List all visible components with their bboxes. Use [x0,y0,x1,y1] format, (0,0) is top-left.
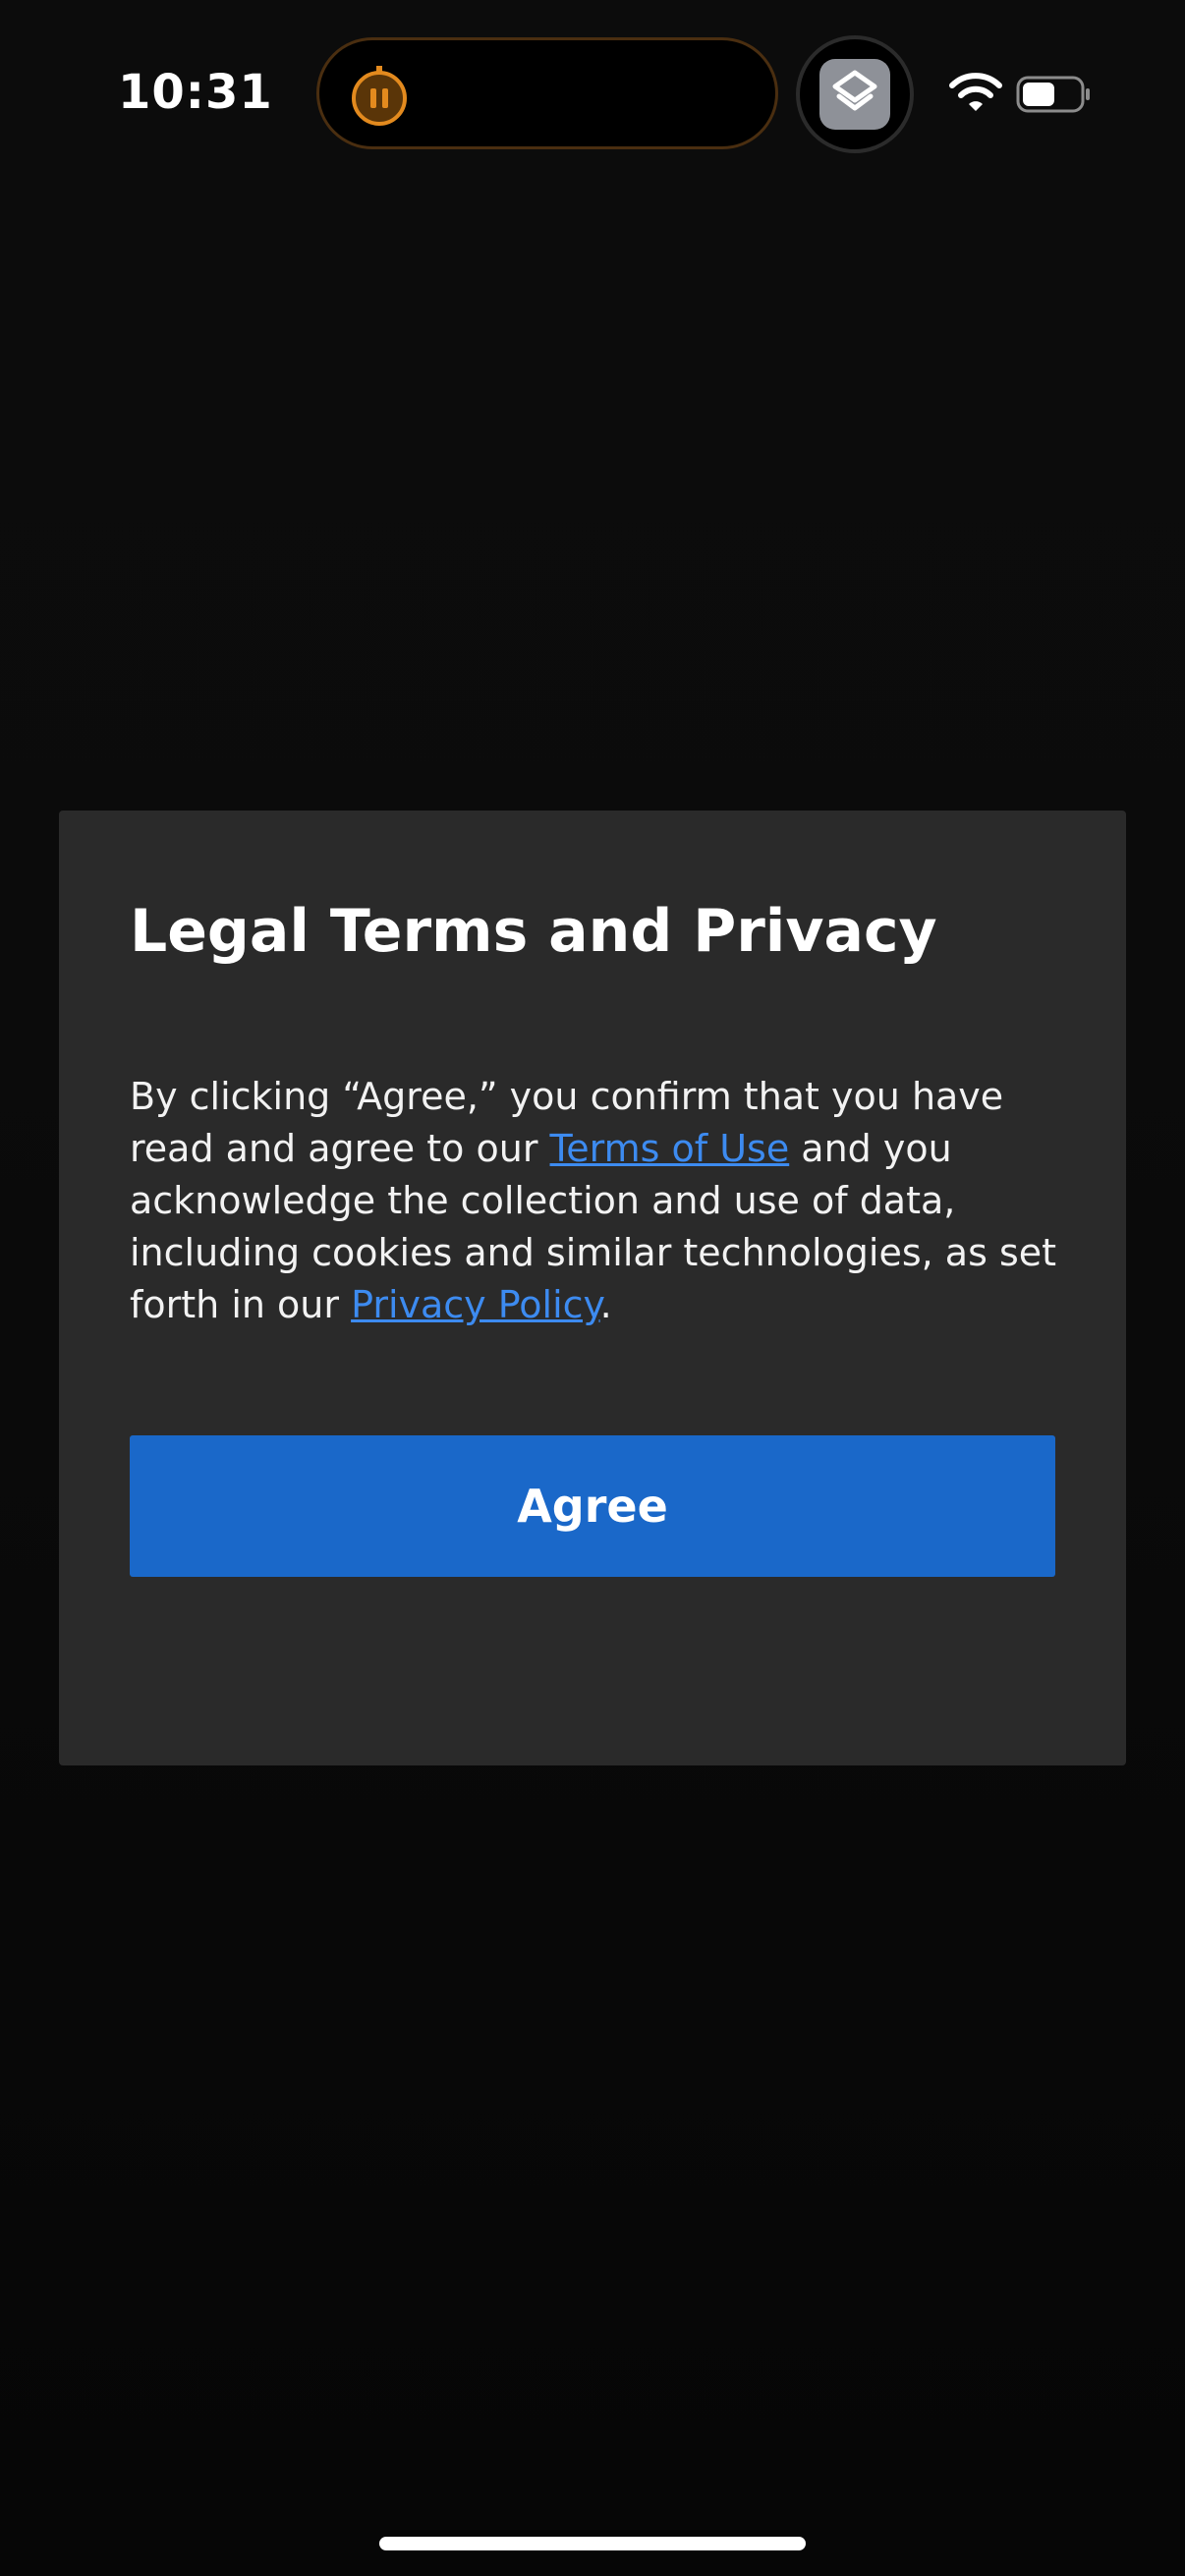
timer-icon [352,66,407,126]
dialog-title: Legal Terms and Privacy [130,897,937,966]
terms-of-use-link[interactable]: Terms of Use [550,1127,790,1170]
dynamic-island[interactable] [316,37,778,149]
wifi-icon [949,73,1002,111]
shortcuts-icon [819,59,890,130]
legal-terms-dialog: Legal Terms and Privacy By clicking “Agr… [59,811,1126,1765]
shortcuts-bubble[interactable] [796,35,914,153]
status-time: 10:31 [118,65,273,120]
privacy-policy-link[interactable]: Privacy Policy [351,1283,600,1326]
home-indicator[interactable] [379,2537,806,2550]
agree-button[interactable]: Agree [130,1435,1055,1577]
body-text-part3: . [599,1283,612,1326]
battery-icon [1016,76,1090,113]
dialog-body: By clicking “Agree,” you confirm that yo… [130,1071,1073,1331]
